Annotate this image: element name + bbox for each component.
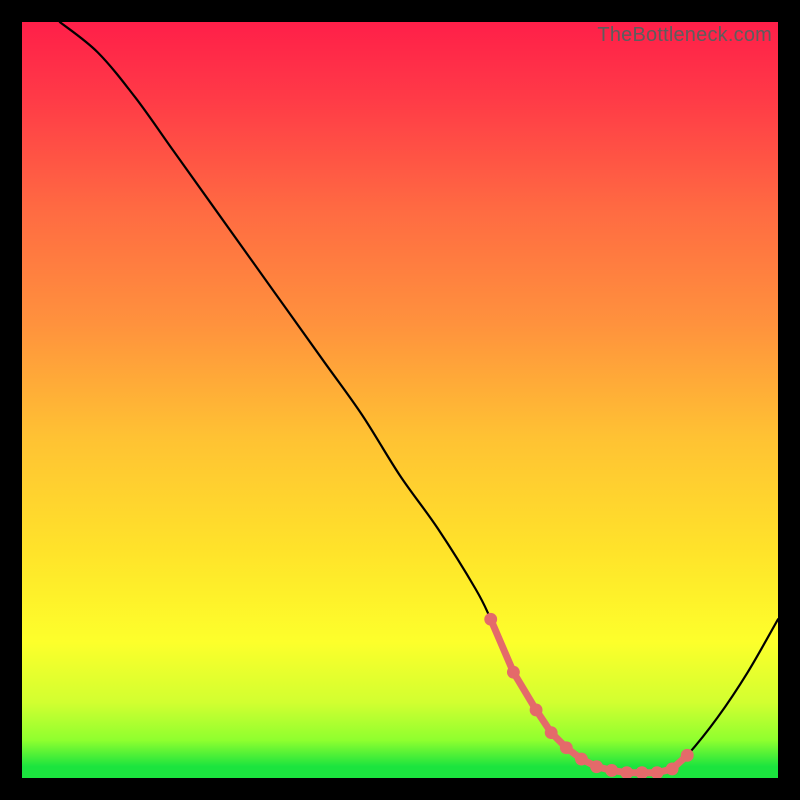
bottleneck-curve [60, 22, 778, 773]
optimal-band-point [590, 760, 603, 773]
optimal-band-point [545, 726, 558, 739]
optimal-band-point [530, 704, 543, 717]
optimal-band-point [666, 763, 679, 776]
optimal-band-point [635, 766, 648, 778]
chart-frame: TheBottleneck.com [0, 0, 800, 800]
optimal-band-point [560, 741, 573, 754]
plot-area: TheBottleneck.com [22, 22, 778, 778]
optimal-band-markers [484, 613, 693, 778]
optimal-band-point [575, 753, 588, 766]
optimal-band-point [620, 766, 633, 778]
optimal-band-point [605, 764, 618, 777]
optimal-band-line [491, 619, 688, 772]
chart-overlay [22, 22, 778, 778]
watermark-text: TheBottleneck.com [597, 24, 772, 47]
optimal-band-point [681, 749, 694, 762]
optimal-band-point [507, 666, 520, 679]
optimal-band-point [484, 613, 497, 626]
